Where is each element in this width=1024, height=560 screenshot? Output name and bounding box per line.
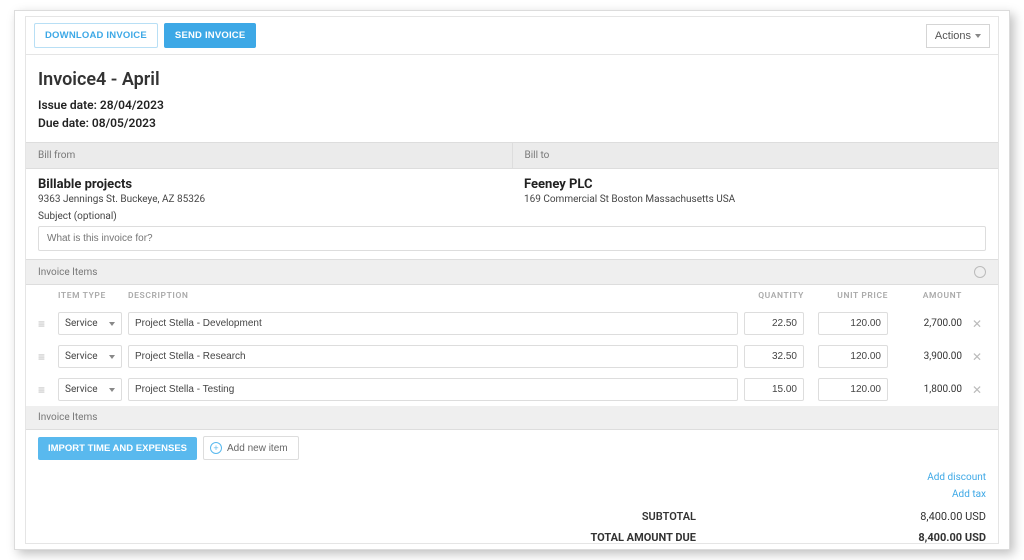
add-tax-link[interactable]: Add tax <box>952 489 986 500</box>
bill-from-address: 9363 Jennings St. Buckeye, AZ 85326 <box>38 194 500 205</box>
bill-from-block: Billable projects 9363 Jennings St. Buck… <box>26 169 512 205</box>
col-item-type: Item Type <box>58 291 122 301</box>
delete-item-icon[interactable]: ✕ <box>968 317 986 331</box>
caret-down-icon <box>975 34 981 38</box>
column-headers: Item Type Description Quantity Unit Pric… <box>26 285 998 307</box>
plus-icon: + <box>210 442 222 454</box>
col-unit-price: Unit Price <box>818 291 888 301</box>
item-quantity-input[interactable] <box>744 345 804 368</box>
bill-section-bar: Bill from Bill to <box>26 142 998 169</box>
subject-label: Subject (optional) <box>38 211 986 222</box>
item-type-select[interactable]: Service <box>58 378 122 401</box>
item-quantity-input[interactable] <box>744 312 804 335</box>
item-amount: 1,800.00 <box>902 384 962 395</box>
add-discount-link[interactable]: Add discount <box>927 472 986 483</box>
item-type-select[interactable]: Service <box>58 312 122 335</box>
item-unit-price-input[interactable] <box>818 378 888 401</box>
item-unit-price-input[interactable] <box>818 345 888 368</box>
col-quantity: Quantity <box>744 291 804 301</box>
drag-handle-icon[interactable]: ≡ <box>38 317 58 331</box>
subject-input[interactable] <box>38 226 986 251</box>
drag-handle-icon[interactable]: ≡ <box>38 383 58 397</box>
import-time-expenses-button[interactable]: Import Time and Expenses <box>38 437 197 460</box>
invoice-item-row: ≡Service 2,700.00 ✕ <box>26 307 998 340</box>
subtotal-value: 8,400.00 USD <box>896 510 986 523</box>
subtotal-label: SUBTOTAL <box>642 510 696 523</box>
col-description: Description <box>128 291 738 301</box>
total-due-label: TOTAL AMOUNT DUE <box>590 531 696 544</box>
item-description-input[interactable] <box>128 345 738 368</box>
item-amount: 3,900.00 <box>902 351 962 362</box>
toolbar: Download Invoice Send Invoice Actions <box>26 17 998 55</box>
delete-item-icon[interactable]: ✕ <box>968 383 986 397</box>
invoice-title: Invoice4 - April <box>38 69 986 90</box>
col-amount: Amount <box>902 291 962 301</box>
item-type-select[interactable]: Service <box>58 345 122 368</box>
send-invoice-button[interactable]: Send Invoice <box>164 23 257 48</box>
bill-from-name: Billable projects <box>38 177 500 192</box>
invoice-items-footer: Invoice Items <box>26 406 998 430</box>
caret-down-icon <box>109 388 115 392</box>
invoice-item-row: ≡Service 3,900.00 ✕ <box>26 340 998 373</box>
item-unit-price-input[interactable] <box>818 312 888 335</box>
invoice-items-title: Invoice Items <box>38 267 974 278</box>
issue-date-label: Issue date: <box>38 98 97 112</box>
gear-icon[interactable] <box>974 266 986 278</box>
add-item-label: Add new item <box>227 443 288 454</box>
parties: Billable projects 9363 Jennings St. Buck… <box>26 169 998 205</box>
due-date-value: 08/05/2023 <box>92 116 156 130</box>
caret-down-icon <box>109 355 115 359</box>
bill-to-block: Feeney PLC 169 Commercial St Boston Mass… <box>512 169 998 205</box>
total-due-value: 8,400.00 USD <box>896 531 986 544</box>
item-quantity-input[interactable] <box>744 378 804 401</box>
invoice-items-header: Invoice Items <box>26 259 998 285</box>
bill-to-heading: Bill to <box>512 143 999 168</box>
item-amount: 2,700.00 <box>902 318 962 329</box>
drag-handle-icon[interactable]: ≡ <box>38 350 58 364</box>
bill-to-address: 169 Commercial St Boston Massachusetts U… <box>524 194 986 205</box>
due-date-label: Due date: <box>38 116 89 130</box>
item-description-input[interactable] <box>128 378 738 401</box>
invoice-header: Invoice4 - April Issue date: 28/04/2023 … <box>26 55 998 142</box>
issue-date-value: 28/04/2023 <box>100 98 164 112</box>
invoice-item-row: ≡Service 1,800.00 ✕ <box>26 373 998 406</box>
download-invoice-button[interactable]: Download Invoice <box>34 23 158 48</box>
bill-from-heading: Bill from <box>26 143 512 168</box>
add-new-item-button[interactable]: + Add new item <box>203 436 299 460</box>
actions-label: Actions <box>935 30 971 42</box>
caret-down-icon <box>109 322 115 326</box>
delete-item-icon[interactable]: ✕ <box>968 350 986 364</box>
actions-dropdown[interactable]: Actions <box>926 24 990 48</box>
item-description-input[interactable] <box>128 312 738 335</box>
bill-to-name: Feeney PLC <box>524 177 986 192</box>
